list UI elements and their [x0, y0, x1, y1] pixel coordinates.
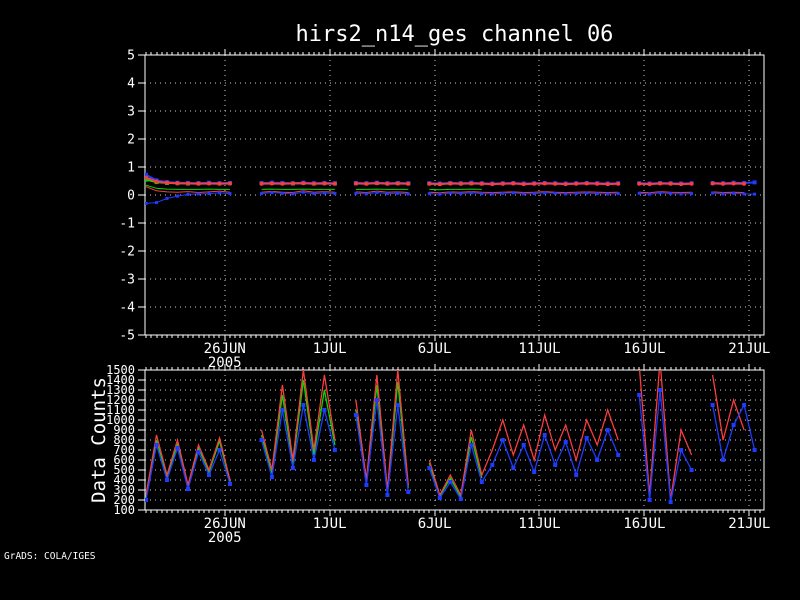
- bottom-chart-series-green-counts: [145, 379, 483, 499]
- charts-canvas: 543210-1-2-3-4-526JUN20051JUL 6JUL 11JUL 16…: [106, 49, 770, 546]
- svg-text:4: 4: [127, 77, 135, 92]
- grads-plot-page: hirs2_n14_ges channel 06 5 4 3 2 1 0 -1 -2 -3 -4-…: [0, 0, 800, 600]
- svg-text:16JUL: 16JUL: [623, 341, 665, 357]
- top-chart-axis-labels: 543210-1-2-3-4-526JUN20051JUL 6JUL 11JUL 16…: [119, 49, 770, 371]
- svg-text:2: 2: [127, 133, 135, 148]
- top-chart-series-red-stdev: [145, 175, 747, 187]
- bottom-chart: 1500140013001200110010009008007006005004…: [106, 363, 770, 546]
- svg-text:1JUL: 1JUL: [313, 341, 347, 357]
- top-chart-series-blue-mean: [145, 190, 757, 205]
- svg-text:6JUL: 6JUL: [418, 341, 452, 357]
- bottom-chart-series-blue-counts: [145, 388, 757, 504]
- svg-text:-2: -2: [119, 245, 135, 260]
- top-chart-series-green-mean: [145, 184, 482, 191]
- bottom-chart-y-axis-label: Data Counts: [88, 377, 110, 503]
- svg-text:11JUL: 11JUL: [518, 341, 560, 357]
- svg-text:-5: -5: [119, 329, 135, 344]
- svg-text:1JUL: 1JUL: [313, 516, 347, 532]
- svg-text:3: 3: [127, 105, 135, 120]
- svg-text:16JUL: 16JUL: [623, 516, 665, 532]
- svg-text:100: 100: [113, 503, 135, 517]
- svg-text:-1: -1: [119, 217, 135, 232]
- svg-text:0: 0: [127, 189, 135, 204]
- top-chart: 543210-1-2-3-4-526JUN20051JUL 6JUL 11JUL 16…: [119, 49, 770, 371]
- bottom-chart-axis-labels: 1500140013001200110010009008007006005004…: [106, 363, 770, 546]
- svg-text:21JUL: 21JUL: [728, 516, 770, 532]
- svg-text:5: 5: [127, 49, 135, 64]
- svg-text:1: 1: [127, 161, 135, 176]
- svg-text:6JUL: 6JUL: [418, 516, 452, 532]
- grads-attribution: GrADS: COLA/IGES: [4, 551, 96, 562]
- svg-text:-3: -3: [119, 273, 135, 288]
- svg-text:11JUL: 11JUL: [518, 516, 560, 532]
- svg-text:2005: 2005: [208, 530, 242, 546]
- svg-text:-4: -4: [119, 301, 135, 316]
- svg-text:21JUL: 21JUL: [728, 341, 770, 357]
